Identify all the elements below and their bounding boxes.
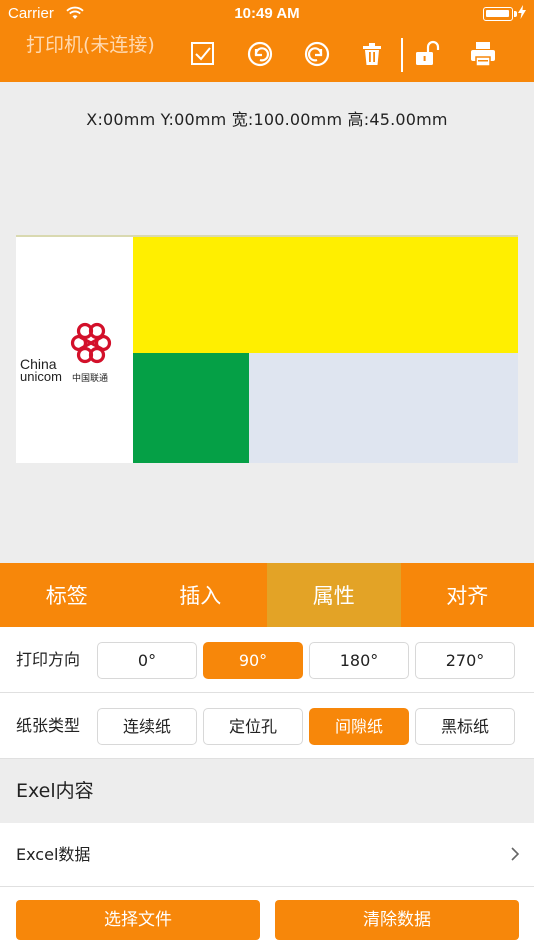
- label-canvas-area: X:00mm Y:00mm 宽:100.00mm 高:45.00mm China…: [0, 82, 534, 563]
- clock: 10:49 AM: [234, 5, 300, 22]
- printer-icon[interactable]: [468, 40, 498, 70]
- china-unicom-logo[interactable]: China unicom 中国联通: [16, 237, 133, 463]
- yellow-rect[interactable]: [133, 237, 518, 353]
- trash-icon[interactable]: [358, 40, 388, 70]
- direction-270-button[interactable]: 270°: [415, 642, 515, 679]
- toolbar-divider: [401, 38, 403, 72]
- logo-line-2: unicom: [20, 369, 62, 384]
- paper-gap-button[interactable]: 间隙纸: [309, 708, 409, 745]
- undo-icon[interactable]: [246, 40, 276, 70]
- bottom-actions: 选择文件 清除数据: [0, 887, 534, 950]
- dimension-readout: X:00mm Y:00mm 宽:100.00mm 高:45.00mm: [86, 110, 448, 129]
- excel-section-title: Exel内容: [16, 780, 94, 802]
- excel-data-label: Excel数据: [16, 845, 91, 864]
- top-toolbar: Carrier 10:49 AM 打印机(未连接): [0, 0, 534, 82]
- tab-align[interactable]: 对齐: [401, 563, 534, 627]
- battery-icon: [483, 7, 517, 21]
- tab-properties[interactable]: 属性: [267, 563, 401, 627]
- logo-line-3: 中国联通: [72, 372, 108, 384]
- direction-90-button[interactable]: 90°: [203, 642, 303, 679]
- chevron-right-icon: [510, 846, 520, 866]
- lightblue-rect[interactable]: [249, 353, 518, 463]
- tab-label[interactable]: 标签: [0, 563, 134, 627]
- paper-continuous-button[interactable]: 连续纸: [97, 708, 197, 745]
- select-file-button[interactable]: 选择文件: [16, 900, 260, 940]
- clear-data-button[interactable]: 清除数据: [275, 900, 519, 940]
- redo-icon[interactable]: [303, 40, 333, 70]
- bottom-tabbar: 标签 插入 属性 对齐: [0, 563, 534, 627]
- print-direction-row: 打印方向 0° 90° 180° 270°: [0, 627, 534, 693]
- direction-180-button[interactable]: 180°: [309, 642, 409, 679]
- print-direction-label: 打印方向: [16, 650, 81, 669]
- unlock-icon[interactable]: [413, 40, 443, 70]
- paper-blackmark-button[interactable]: 黑标纸: [415, 708, 515, 745]
- paper-holes-button[interactable]: 定位孔: [203, 708, 303, 745]
- tab-insert[interactable]: 插入: [134, 563, 268, 627]
- excel-data-row[interactable]: Excel数据: [0, 823, 534, 887]
- green-rect[interactable]: [133, 353, 249, 463]
- printer-status-title: 打印机(未连接): [26, 34, 155, 56]
- status-bar: Carrier 10:49 AM: [0, 0, 534, 28]
- excel-section-header: Exel内容: [0, 760, 534, 823]
- label-preview[interactable]: China unicom 中国联通: [16, 235, 518, 463]
- direction-0-button[interactable]: 0°: [97, 642, 197, 679]
- paper-type-row: 纸张类型 连续纸 定位孔 间隙纸 黑标纸: [0, 693, 534, 759]
- charging-icon: [518, 5, 526, 23]
- checkbox-icon[interactable]: [189, 40, 219, 70]
- paper-type-label: 纸张类型: [16, 716, 81, 735]
